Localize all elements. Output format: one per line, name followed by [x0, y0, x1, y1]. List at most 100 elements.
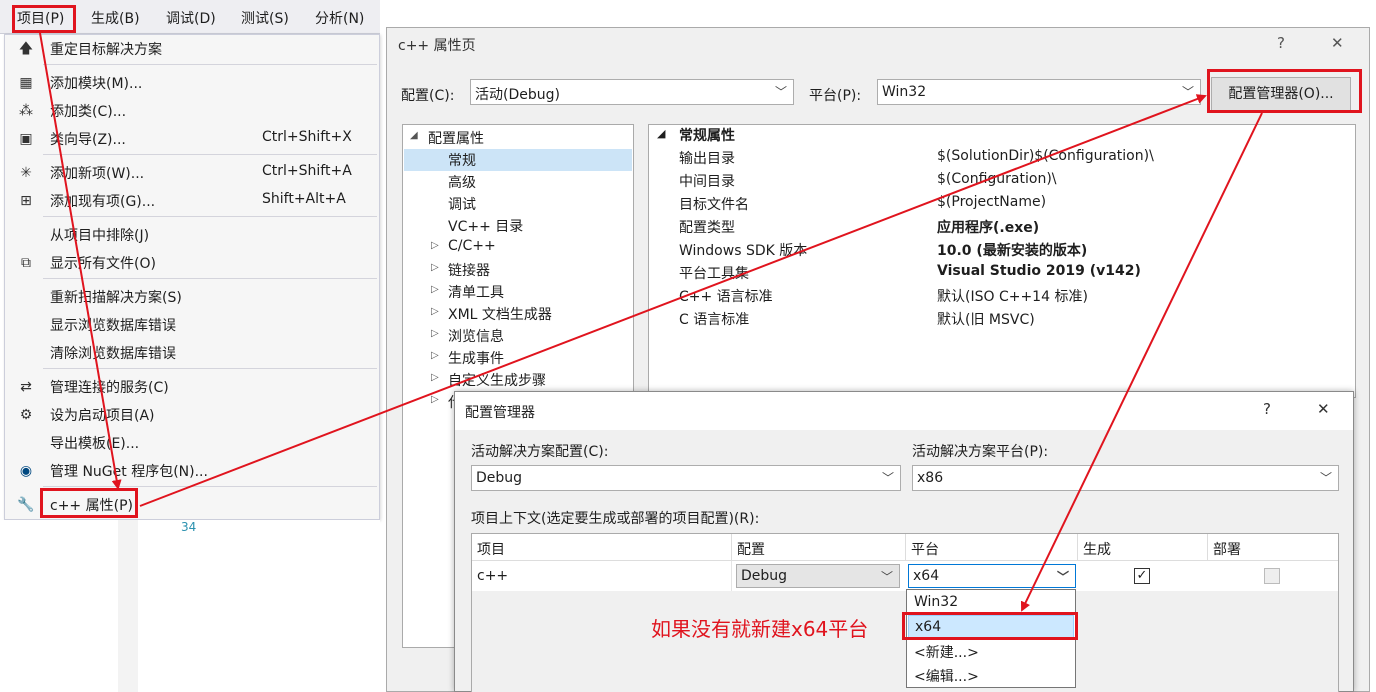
grid-prop-value[interactable]: 默认(ISO C++14 标准)	[937, 286, 1088, 306]
chevron-down-icon: ﹀	[774, 85, 787, 99]
grid-prop-name[interactable]: 平台工具集	[679, 263, 749, 283]
gear-icon: ⚙	[19, 407, 33, 423]
grid-prop-name[interactable]: Windows SDK 版本	[679, 240, 807, 260]
tree-node-linker[interactable]: ▷ 链接器	[404, 259, 632, 281]
grid-prop-name[interactable]: 配置类型	[679, 217, 735, 237]
expand-icon[interactable]: ▷	[431, 394, 439, 405]
menu-item-connected-services[interactable]: ⇄ 管理连接的服务(C)	[5, 373, 379, 399]
expand-icon[interactable]: ▷	[431, 306, 439, 317]
menu-item-add-existing-item[interactable]: ⊞ 添加现有项(G)... Shift+Alt+A	[5, 187, 379, 213]
grid-section-title: 常规属性	[679, 128, 735, 144]
dialog-title: 配置管理器	[465, 405, 535, 421]
platform-select[interactable]: Win32 ﹀	[877, 79, 1201, 105]
help-button[interactable]: ?	[1263, 400, 1271, 418]
menu-separator	[43, 368, 377, 369]
help-button[interactable]: ?	[1277, 34, 1285, 52]
menu-item-show-db-errors[interactable]: 显示浏览数据库错误	[5, 311, 379, 337]
menu-item-show-all-files[interactable]: ⧉ 显示所有文件(O)	[5, 249, 379, 275]
column-header-deploy[interactable]: 部署	[1208, 534, 1338, 561]
highlight-project-menu	[12, 5, 76, 33]
tree-node-vc-directories[interactable]: VC++ 目录	[404, 215, 632, 237]
add-new-item-icon: ✳	[20, 165, 32, 181]
menu-item-exclude[interactable]: 从项目中排除(J)	[5, 221, 379, 247]
expand-icon[interactable]: ▷	[431, 262, 439, 273]
expand-icon[interactable]: ▷	[431, 328, 439, 339]
expand-icon[interactable]: ▷	[431, 350, 439, 361]
chevron-down-icon: ﹀	[880, 570, 893, 584]
menu-item-clear-db-errors[interactable]: 清除浏览数据库错误	[5, 339, 379, 365]
grid-prop-name[interactable]: C++ 语言标准	[679, 286, 773, 306]
row-config-select[interactable]: Debug ﹀	[736, 564, 900, 588]
close-button[interactable]: ✕	[1317, 400, 1330, 418]
build-checkbox[interactable]: ✓	[1134, 568, 1150, 584]
expand-icon[interactable]: ▷	[431, 240, 439, 251]
grid-prop-name[interactable]: 中间目录	[679, 171, 735, 191]
menu-item-add-class[interactable]: ⁂ 添加类(C)...	[5, 97, 379, 123]
chevron-down-icon: ﹀	[1181, 85, 1194, 99]
config-manager-dialog: 配置管理器 ? ✕ 活动解决方案配置(C): Debug ﹀ 活动解决方案平台(…	[454, 391, 1354, 692]
grid-prop-value[interactable]: Visual Studio 2019 (v142)	[937, 263, 1141, 279]
highlight-config-manager-button	[1207, 69, 1362, 113]
chevron-down-icon: ﹀	[881, 471, 894, 485]
chevron-down-icon: ﹀	[1056, 570, 1069, 584]
tree-node-cpp[interactable]: ▷ C/C++	[404, 237, 632, 259]
close-button[interactable]: ✕	[1331, 34, 1344, 52]
menu-debug[interactable]: 调试(D)	[166, 8, 216, 28]
menu-item-add-new-item[interactable]: ✳ 添加新项(W)... Ctrl+Shift+A	[5, 159, 379, 185]
tree-node-build-events[interactable]: ▷ 生成事件	[404, 347, 632, 369]
option-edit[interactable]: <编辑...>	[908, 663, 1074, 686]
tree-node-manifest-tool[interactable]: ▷ 清单工具	[404, 281, 632, 303]
tree-node-general[interactable]: 常规	[404, 149, 632, 171]
add-module-icon: ▦	[19, 75, 33, 91]
menu-build[interactable]: 生成(B)	[91, 8, 140, 28]
grid-prop-value[interactable]: $(SolutionDir)$(Configuration)\	[937, 148, 1154, 164]
active-config-select[interactable]: Debug ﹀	[471, 465, 901, 491]
menu-test[interactable]: 测试(S)	[241, 8, 289, 28]
menu-item-rescan[interactable]: 重新扫描解决方案(S)	[5, 283, 379, 309]
expand-icon[interactable]: ▷	[431, 372, 439, 383]
highlight-properties-item	[40, 488, 138, 518]
column-header-platform[interactable]: 平台	[906, 534, 1078, 561]
platform-label: 平台(P):	[809, 88, 862, 104]
menu-separator	[43, 154, 377, 155]
wrench-icon: 🔧	[17, 497, 35, 513]
menu-item-set-startup[interactable]: ⚙ 设为启动项目(A)	[5, 401, 379, 427]
option-new[interactable]: <新建...>	[908, 639, 1074, 662]
grid-prop-name[interactable]: 输出目录	[679, 148, 735, 168]
config-label: 配置(C):	[401, 88, 455, 104]
grid-prop-value[interactable]: $(Configuration)\	[937, 171, 1057, 187]
tree-node-xml-doc[interactable]: ▷ XML 文档生成器	[404, 303, 632, 325]
menu-item-add-module[interactable]: ▦ 添加模块(M)...	[5, 69, 379, 95]
arrow-up-icon: 🡅	[18, 41, 34, 57]
tree-node-browse-info[interactable]: ▷ 浏览信息	[404, 325, 632, 347]
tree-node-config-properties[interactable]: ◢ 配置属性	[404, 127, 632, 149]
collapse-icon[interactable]: ◢	[657, 127, 665, 140]
active-platform-select[interactable]: x86 ﹀	[912, 465, 1339, 491]
menu-item-retarget[interactable]: 🡅 重定目标解决方案	[5, 35, 379, 61]
deploy-checkbox[interactable]	[1264, 568, 1280, 584]
menu-item-export-template[interactable]: 导出模板(E)...	[5, 429, 379, 455]
tree-node-debugging[interactable]: 调试	[404, 193, 632, 215]
nuget-icon: ◉	[19, 463, 33, 479]
column-header-config[interactable]: 配置	[732, 534, 906, 561]
config-select[interactable]: 活动(Debug) ﹀	[470, 79, 794, 105]
grid-prop-value[interactable]: 应用程序(.exe)	[937, 217, 1039, 237]
grid-prop-value[interactable]: 10.0 (最新安装的版本)	[937, 240, 1087, 260]
menu-item-nuget[interactable]: ◉ 管理 NuGet 程序包(N)...	[5, 457, 379, 483]
collapse-icon[interactable]: ◢	[410, 130, 418, 141]
line-number: 34	[181, 520, 197, 534]
expand-icon[interactable]: ▷	[431, 284, 439, 295]
dialog-title: c++ 属性页	[398, 38, 476, 54]
grid-prop-name[interactable]: 目标文件名	[679, 194, 749, 214]
option-win32[interactable]: Win32	[908, 591, 1074, 614]
menu-item-class-wizard[interactable]: ▣ 类向导(Z)... Ctrl+Shift+X	[5, 125, 379, 151]
column-header-project[interactable]: 项目	[472, 534, 732, 561]
row-platform-select[interactable]: x64 ﹀	[908, 564, 1076, 588]
tree-node-advanced[interactable]: 高级	[404, 171, 632, 193]
tree-node-custom-build[interactable]: ▷ 自定义生成步骤	[404, 369, 632, 391]
grid-prop-name[interactable]: C 语言标准	[679, 309, 749, 329]
grid-prop-value[interactable]: $(ProjectName)	[937, 194, 1046, 210]
menu-analyze[interactable]: 分析(N)	[315, 8, 364, 28]
column-header-build[interactable]: 生成	[1078, 534, 1208, 561]
grid-prop-value[interactable]: 默认(旧 MSVC)	[937, 309, 1035, 329]
